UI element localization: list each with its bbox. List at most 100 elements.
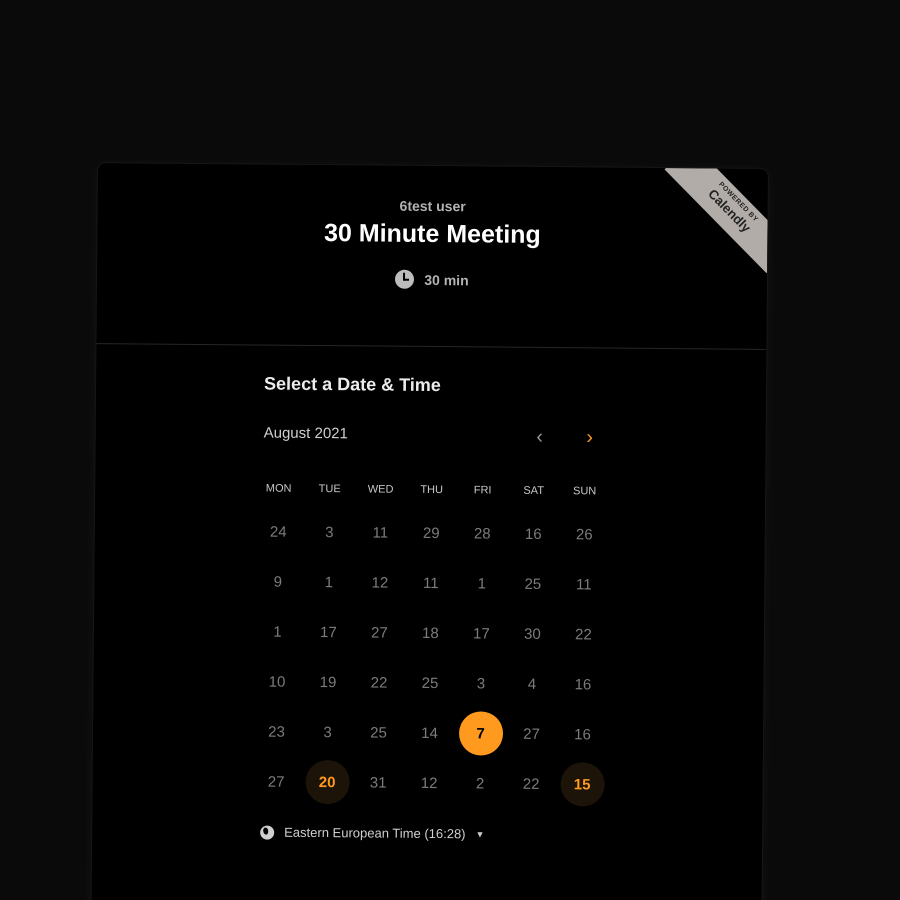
calendar-day: 19: [302, 657, 353, 707]
calendar-day: 12: [354, 557, 405, 607]
calendar-day: 28: [457, 508, 508, 558]
calendar-day: 11: [558, 559, 609, 609]
calendar-day-number: 22: [522, 775, 540, 793]
calendar-day: 9: [252, 556, 303, 606]
calendar-day-number: 22: [575, 625, 592, 643]
calendar-day-number: 27: [371, 623, 388, 642]
calendar-day: 22: [558, 609, 609, 659]
calendar-day-number: 16: [524, 525, 542, 543]
calendar-day: 14: [404, 708, 455, 758]
calendar-day: 4: [506, 659, 557, 709]
calendar-day-number: 27: [523, 725, 540, 743]
calendar-day-number: 4: [527, 675, 537, 693]
calendar-day: 1: [252, 606, 303, 656]
booking-card: 6test user 30 Minute Meeting 30 min POWE…: [91, 163, 768, 900]
page-background: 6test user 30 Minute Meeting 30 min POWE…: [0, 0, 900, 900]
calendar-day: 2: [454, 758, 505, 808]
calendar-day-number: 11: [575, 575, 592, 593]
calendar-day-number: 11: [422, 574, 439, 592]
calendar-day-available[interactable]: 20: [301, 757, 352, 807]
calendar-day: 17: [303, 607, 354, 657]
calendar-day-selected[interactable]: 7: [455, 708, 506, 758]
date-picker-section: Select a Date & Time August 2021 ‹ › MON…: [92, 344, 766, 844]
previous-month-button[interactable]: ‹: [521, 419, 557, 455]
calendar-day-number: 25: [524, 575, 542, 593]
calendar-day: 16: [557, 659, 608, 709]
calendar-day: 12: [403, 758, 454, 808]
weekday-header: THU: [420, 483, 444, 497]
calendar-day: 3: [302, 707, 353, 757]
calendar-day-number: 2: [475, 774, 485, 792]
calendar-day: 16: [508, 509, 559, 559]
calendar-day-number: 29: [422, 524, 440, 542]
calendar-day-number: 18: [422, 624, 439, 642]
calendar-day: 27: [250, 756, 301, 806]
calendar-day-number: 20: [304, 759, 350, 805]
calendar-day-number: 31: [369, 773, 387, 792]
month-label: August 2021: [263, 424, 348, 443]
calendar-day-number: 3: [476, 674, 486, 692]
calendar-day-number: 16: [574, 675, 592, 693]
calendar-day: 25: [404, 658, 455, 708]
weekday-header: SAT: [523, 484, 545, 497]
calendar-grid: MON TUE WED THU FRI SAT SUN 24 3 11 29 28 16 26 9 1 12 11…: [250, 470, 610, 809]
calendar-day: 3: [304, 507, 355, 557]
calendar-day: 26: [559, 509, 610, 559]
calendar-day-number: 16: [574, 725, 591, 743]
weekday-header: TUE: [318, 483, 341, 496]
calendar-day: 22: [505, 759, 556, 809]
calendar-day-number: 11: [372, 523, 389, 542]
chevron-left-icon: ‹: [536, 425, 544, 448]
calendar-day: 25: [353, 707, 404, 757]
weekday-header: SUN: [572, 485, 597, 498]
calendar-day-number: 30: [524, 625, 541, 643]
calendar-day-number: 25: [370, 723, 387, 742]
calendar-day-number: 26: [575, 525, 593, 543]
calendar-day: 31: [352, 757, 403, 807]
calendar-day-number: 24: [269, 523, 287, 541]
calendar-day-number: 19: [319, 673, 337, 691]
chevron-right-icon: ›: [586, 425, 594, 448]
globe-icon: [260, 825, 275, 840]
calendar-day: 16: [557, 709, 608, 759]
section-title: Select a Date & Time: [264, 373, 441, 396]
calendar-day-number: 3: [325, 523, 334, 541]
timezone-selector[interactable]: Eastern European Time (16:28) ▼: [260, 824, 485, 842]
month-navigation: August 2021 ‹ ›: [263, 417, 613, 460]
calendar-day: 1: [303, 557, 354, 607]
calendar-day-number: 15: [559, 762, 605, 807]
calendar-day: 27: [354, 607, 405, 657]
next-month-button[interactable]: ›: [571, 419, 607, 455]
calendar-day-number: 3: [323, 723, 332, 741]
calendar-day-number: 17: [320, 623, 337, 641]
calendar-day-number: 1: [324, 573, 334, 591]
calendar-day-number: 12: [420, 774, 438, 792]
clock-icon: [395, 269, 415, 289]
calendar-day-number: 17: [473, 624, 490, 643]
calendar-day-number: 23: [268, 723, 285, 741]
calendar-day: 27: [506, 709, 557, 759]
calendar-day: 22: [353, 657, 404, 707]
calendar-day: 29: [406, 508, 457, 558]
calendar-day: 10: [251, 656, 302, 706]
timezone-label: Eastern European Time (16:28): [284, 824, 466, 842]
calendar-day-number: 27: [267, 773, 285, 791]
calendar-day: 23: [251, 706, 302, 756]
powered-by-badge[interactable]: POWERED BY Calendly: [663, 168, 768, 273]
calendar-day-number: 25: [421, 674, 439, 692]
event-header: 6test user 30 Minute Meeting 30 min POWE…: [96, 163, 768, 350]
calendar-day-number: 22: [370, 673, 388, 692]
weekday-header: FRI: [473, 484, 492, 497]
calendar-day-number: 14: [421, 724, 438, 742]
calendar-day: 17: [456, 608, 507, 658]
calendar-day: 11: [355, 507, 406, 557]
calendar-day-number: 12: [371, 573, 389, 592]
calendar-day: 18: [405, 608, 456, 658]
calendar-day-number: 28: [473, 524, 491, 543]
weekday-header: MON: [265, 482, 292, 495]
calendar-day-number: 1: [273, 623, 282, 641]
calendar-day-available[interactable]: 15: [556, 759, 607, 809]
calendar-day: 3: [455, 658, 506, 708]
weekday-header: WED: [367, 483, 394, 496]
calendly-ribbon[interactable]: POWERED BY Calendly: [664, 168, 768, 273]
